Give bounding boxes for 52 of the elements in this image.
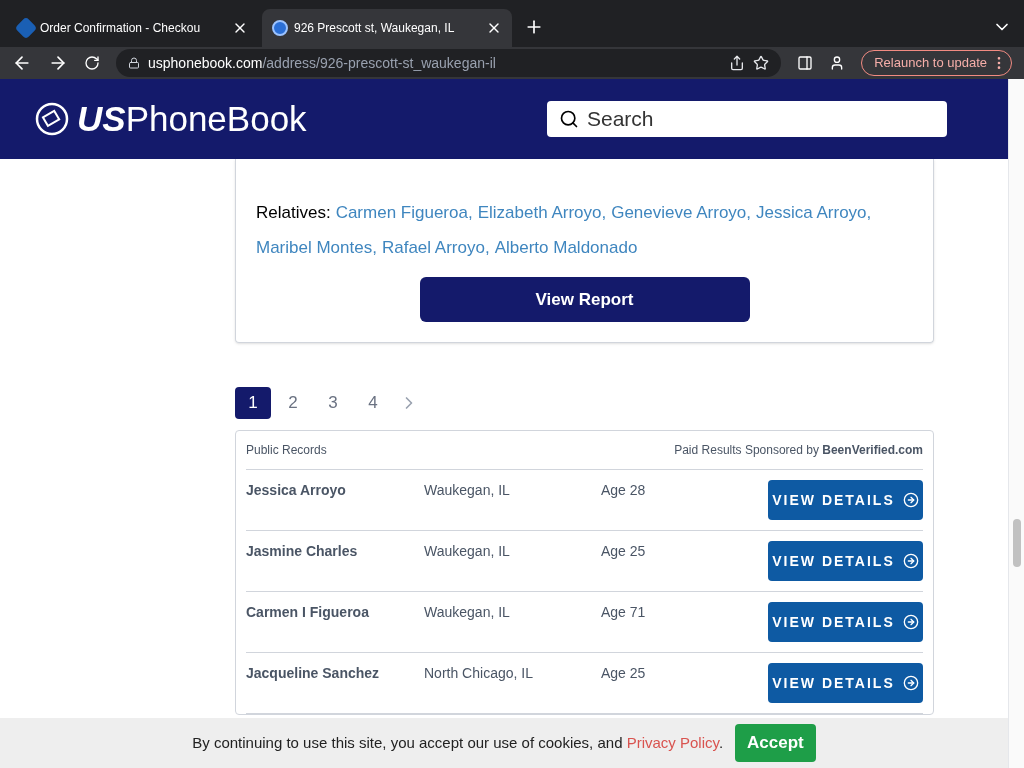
- page-link[interactable]: 1: [235, 387, 271, 419]
- tab-title: 926 Prescott st, Waukegan, IL: [294, 20, 456, 37]
- relative-link[interactable]: Elizabeth Arroyo,: [477, 195, 607, 230]
- relative-link[interactable]: Carmen Figueroa,: [335, 195, 473, 230]
- view-report-button[interactable]: View Report: [419, 277, 750, 322]
- city-text: North Chicago, IL: [424, 664, 534, 683]
- page-link[interactable]: 4: [355, 387, 391, 419]
- city-text: Waukegan, IL: [424, 542, 511, 561]
- arrow-circle-icon: [902, 675, 919, 691]
- relative-link[interactable]: Alberto Maldonado: [494, 230, 638, 265]
- browser-tab[interactable]: Order Confirmation - Checkou: [8, 9, 258, 47]
- browser-tab[interactable]: 926 Prescott st, Waukegan, IL: [262, 9, 512, 47]
- arrow-circle-icon: [902, 553, 919, 569]
- url-text: usphonebook.com/address/926-prescott-st_waukegan-il: [148, 53, 496, 73]
- person-name[interactable]: Jasmine Charles: [246, 541, 424, 562]
- age-text: Age 71: [601, 603, 647, 622]
- lock-icon: [128, 57, 140, 69]
- view-details-button[interactable]: VIEW DETAILS: [768, 541, 923, 581]
- logo-text[interactable]: USPhoneBook: [77, 92, 307, 146]
- city-text: Waukegan, IL: [424, 603, 511, 622]
- share-icon[interactable]: [729, 55, 746, 71]
- scrollbar[interactable]: [1008, 79, 1024, 768]
- page-link[interactable]: 3: [315, 387, 351, 419]
- side-panel-icon[interactable]: [797, 55, 814, 71]
- relative-link[interactable]: Rafael Arroyo,: [381, 230, 490, 265]
- view-details-button[interactable]: VIEW DETAILS: [768, 480, 923, 520]
- reload-icon[interactable]: [84, 55, 100, 71]
- tab-title: Order Confirmation - Checkou: [40, 20, 202, 37]
- arrow-circle-icon: [902, 614, 919, 630]
- age-text: Age 28: [601, 481, 647, 500]
- view-details-button[interactable]: VIEW DETAILS: [768, 602, 923, 642]
- age-text: Age 25: [601, 542, 647, 561]
- cookie-text: By continuing to use this site, you accept our use of cookies, and: [192, 733, 624, 751]
- arrow-circle-icon: [902, 492, 919, 508]
- address-bar[interactable]: usphonebook.com/address/926-prescott-st_waukegan-il: [116, 49, 782, 77]
- relative-link[interactable]: Genevieve Arroyo,: [611, 195, 752, 230]
- page-link[interactable]: 2: [275, 387, 311, 419]
- search-field[interactable]: Search: [547, 101, 947, 137]
- person-name[interactable]: Jessica Arroyo: [246, 480, 424, 501]
- search-icon: [559, 109, 579, 129]
- bookmark-star-icon[interactable]: [753, 55, 770, 71]
- relative-link[interactable]: Jessica Arroyo,: [756, 195, 872, 230]
- relative-link[interactable]: Maribel Montes,: [256, 230, 377, 265]
- records-title: Public Records: [246, 442, 327, 459]
- person-name[interactable]: Carmen I Figueroa: [246, 602, 424, 623]
- logo-icon: [35, 102, 69, 136]
- sponsor-text: Paid Results Sponsored by BeenVerified.com: [674, 442, 923, 459]
- relatives-label: Relatives:: [256, 202, 331, 224]
- age-text: Age 25: [601, 664, 647, 683]
- view-details-button[interactable]: VIEW DETAILS: [768, 663, 923, 703]
- person-name[interactable]: Jacqueline Sanchez: [246, 663, 424, 684]
- city-text: Waukegan, IL: [424, 481, 511, 500]
